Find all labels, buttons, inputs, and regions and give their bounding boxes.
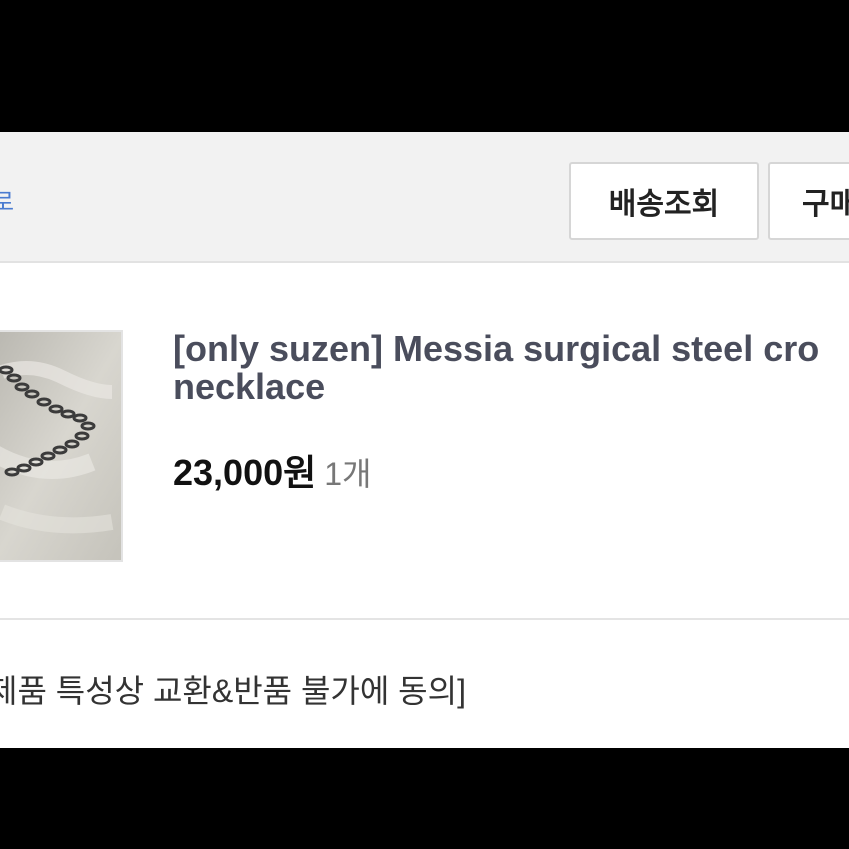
product-quantity: 1개 xyxy=(324,456,372,492)
product-title[interactable]: [only suzen] Messia surgical steel cro n… xyxy=(173,330,849,406)
product-title-line2: necklace xyxy=(173,366,326,407)
product-thumbnail[interactable] xyxy=(0,330,123,562)
agreement-notice: 제품 특성상 교환&반품 불가에 동의] xyxy=(0,673,466,709)
product-title-line1: [only suzen] Messia surgical steel cro xyxy=(173,328,820,369)
delivery-tracking-button[interactable]: 배송조회 xyxy=(569,162,759,240)
necklace-photo-icon xyxy=(0,332,121,560)
product-price: 23,000원 xyxy=(173,452,317,493)
order-item-panel: 로 배송조회 구매 xyxy=(0,132,849,748)
purchase-confirm-button[interactable]: 구매 xyxy=(768,162,849,240)
divider xyxy=(0,618,849,620)
price-row: 23,000원 1개 xyxy=(173,444,371,496)
order-toolbar: 로 배송조회 구매 xyxy=(0,132,849,263)
left-link[interactable]: 로 xyxy=(0,182,14,217)
